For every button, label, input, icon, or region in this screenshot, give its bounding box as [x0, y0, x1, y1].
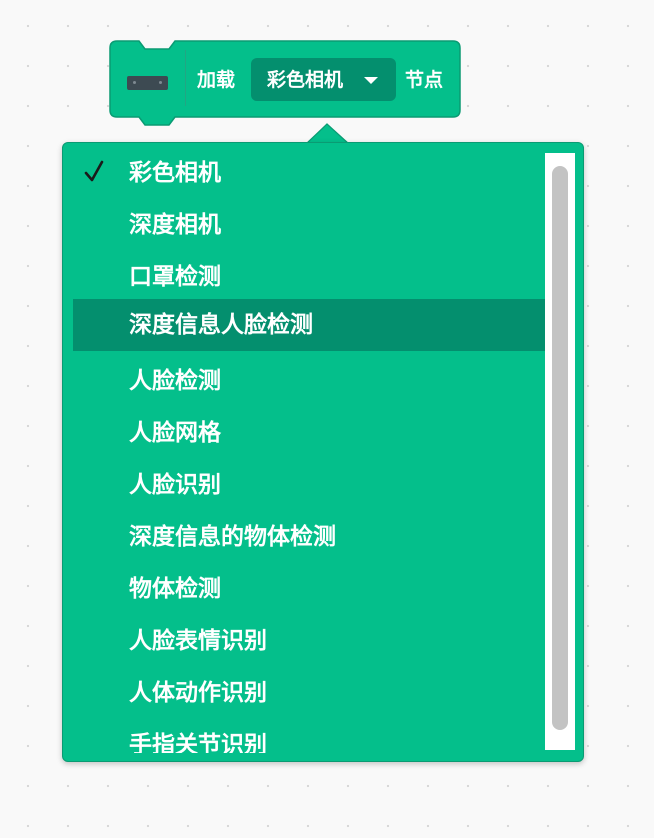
block-label-node: 节点: [405, 69, 444, 91]
menu-item-depth-face-detection[interactable]: 深度信息人脸检测: [73, 299, 545, 351]
menu-item-label: 人体动作识别: [129, 680, 267, 706]
menu-item-label: 人脸网格: [129, 420, 221, 446]
menu-item-color-camera[interactable]: 彩色相机: [73, 147, 545, 199]
menu-item-label: 手指关节识别: [129, 732, 267, 753]
menu-item-object-detection[interactable]: 物体检测: [73, 563, 545, 615]
menu-item-label: 深度信息人脸检测: [129, 312, 313, 338]
menu-item-face-detection[interactable]: 人脸检测: [73, 355, 545, 407]
menu-item-finger-joint-recognition[interactable]: 手指关节识别: [73, 719, 545, 753]
menu-list: 彩色相机 深度相机 口罩检测 深度信息人脸检测 人脸检测 人脸网格 人脸识别 深…: [73, 143, 545, 753]
menu-item-depth-camera[interactable]: 深度相机: [73, 199, 545, 251]
menu-item-face-recognition[interactable]: 人脸识别: [73, 459, 545, 511]
menu-scrollbar-thumb[interactable]: [552, 166, 568, 730]
menu-item-label: 彩色相机: [129, 160, 221, 186]
menu-item-body-pose-recognition[interactable]: 人体动作识别: [73, 667, 545, 719]
block-label-load: 加载: [197, 69, 236, 91]
menu-item-label: 人脸识别: [129, 472, 221, 498]
checkmark-icon: [84, 160, 104, 182]
camera-type-dropdown[interactable]: 彩色相机: [251, 58, 396, 101]
menu-item-label: 人脸表情识别: [129, 628, 267, 654]
menu-item-mask-detection[interactable]: 口罩检测: [73, 251, 545, 303]
chevron-down-icon: [364, 77, 378, 84]
menu-item-face-mesh[interactable]: 人脸网格: [73, 407, 545, 459]
menu-item-label: 深度信息的物体检测: [129, 524, 336, 550]
menu-item-label: 人脸检测: [129, 368, 221, 394]
menu-item-depth-object-detection[interactable]: 深度信息的物体检测: [73, 511, 545, 563]
dropdown-selected-value: 彩色相机: [267, 69, 344, 91]
camera-type-menu[interactable]: 彩色相机 深度相机 口罩检测 深度信息人脸检测 人脸检测 人脸网格 人脸识别 深…: [62, 142, 584, 762]
camera-load-block[interactable]: 加载 彩色相机 节点: [109, 40, 461, 130]
menu-item-facial-expression-recognition[interactable]: 人脸表情识别: [73, 615, 545, 667]
camera-icon: [127, 76, 168, 90]
block-divider: [185, 50, 186, 106]
menu-item-label: 深度相机: [129, 212, 221, 238]
menu-item-label: 物体检测: [129, 576, 221, 602]
menu-scrollbar-track[interactable]: [545, 153, 575, 750]
menu-item-label: 口罩检测: [129, 264, 221, 290]
